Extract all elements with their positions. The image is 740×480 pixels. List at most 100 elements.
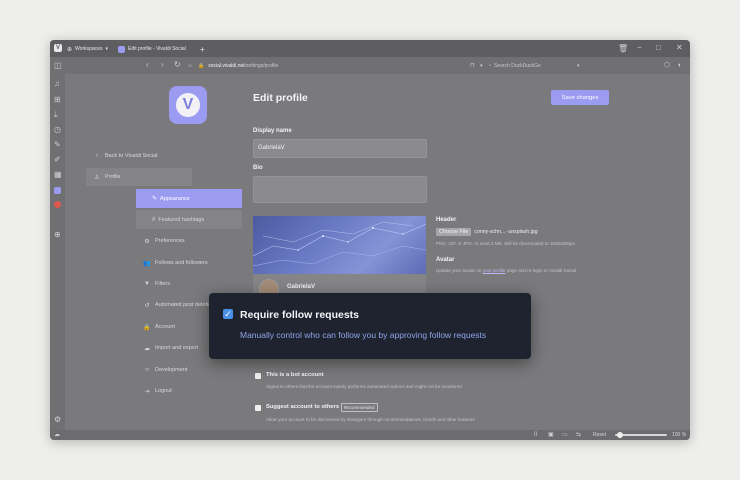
new-tab-button[interactable]: + <box>200 44 205 54</box>
vivaldi-menu-icon[interactable]: V <box>54 44 62 52</box>
header-label: Header <box>436 217 457 223</box>
back-icon[interactable]: ‹ <box>146 61 149 69</box>
require-follow-requests-title: Require follow requests <box>240 309 360 321</box>
checkmark-icon: ✓ <box>224 309 232 319</box>
profile-icon[interactable]: ◐ <box>678 62 682 70</box>
url-field[interactable]: 🔒 social.vivaldi.net /settings/profile <box>198 60 480 71</box>
require-follow-requests-subtitle: Manually control who can follow you by a… <box>240 330 487 340</box>
notes-icon[interactable]: ✎ <box>54 141 61 149</box>
panel-toggle-icon[interactable]: ◫ <box>54 62 62 70</box>
home-icon[interactable]: ⌂ <box>188 62 192 70</box>
require-follow-requests-card: ✓ Require follow requests Manually contr… <box>209 293 531 359</box>
vivaldi-logo-icon: V <box>176 93 200 117</box>
minimize-icon[interactable]: − <box>637 44 642 52</box>
lock-icon: 🔒 <box>198 62 205 69</box>
nav-featured-hashtags[interactable]: # Featured hashtags <box>136 210 242 229</box>
calendar-icon[interactable]: ▦ <box>54 171 62 179</box>
save-changes-button[interactable]: Save changes <box>551 90 609 105</box>
suggest-account-checkbox[interactable] <box>255 405 261 411</box>
screenshot-icon[interactable]: ⌷ <box>534 431 538 439</box>
close-icon[interactable]: ✕ <box>676 44 683 52</box>
image-toggle-icon[interactable]: ▣ <box>548 431 554 439</box>
page-title: Edit profile <box>253 92 308 104</box>
users-icon: 👥 <box>143 260 151 267</box>
header-hint: PNG, GIF or JPG. At most 2 MB. Will be d… <box>436 241 575 246</box>
header-preview <box>253 216 426 274</box>
zoom-slider-handle[interactable] <box>617 432 623 438</box>
bot-account-label: This is a bot account <box>266 372 324 378</box>
search-chevron-icon[interactable]: ▾ <box>577 62 580 70</box>
duckduckgo-icon: ◔ <box>488 62 492 69</box>
zoom-reset-button[interactable]: Reset <box>593 432 606 438</box>
title-bar: V ⊕ Workspaces ▾ Edit profile - Vivaldi … <box>50 40 690 57</box>
site-logo[interactable]: V <box>169 86 207 124</box>
bot-account-checkbox[interactable] <box>255 373 261 379</box>
nav-follows[interactable]: 👥 Follows and followers <box>136 254 242 272</box>
history-delete-icon: ↺ <box>144 302 150 309</box>
nav-filters[interactable]: ▼ Filters <box>136 275 242 293</box>
workspaces-icon: ⊕ <box>67 46 73 53</box>
nav-appearance[interactable]: ✎ Appearance <box>136 189 242 208</box>
filter-icon: ▼ <box>144 281 150 287</box>
preview-profile-strip: GabrielaV <box>253 274 426 299</box>
chevron-left-icon: ‹ <box>96 153 98 159</box>
hashtag-icon: # <box>152 216 156 223</box>
status-bar: ☁ ⌷ ▣ ▭ ⇆ Reset 100 % <box>50 430 690 440</box>
bookmark-icon[interactable]: ⊓ <box>470 62 475 70</box>
bell-icon[interactable]: ♫ <box>54 80 60 88</box>
bot-account-hint: Signal to others that the account mainly… <box>266 384 462 389</box>
bio-textarea[interactable] <box>253 176 427 203</box>
url-host: social.vivaldi.net <box>208 62 245 69</box>
workspaces-button[interactable]: ⊕ Workspaces ▾ <box>67 44 108 54</box>
your-profile-link[interactable]: your profile <box>483 268 506 273</box>
mastodon-favicon-icon <box>118 45 125 53</box>
cloud-icon[interactable]: ☁ <box>54 431 60 439</box>
cog-icon: ⚙ <box>144 238 150 245</box>
zoom-slider[interactable] <box>615 432 667 438</box>
cloud-upload-icon: ☁ <box>144 345 150 352</box>
add-panel-icon[interactable]: ⊕ <box>54 231 61 239</box>
dropdown-icon[interactable]: ▾ <box>480 62 483 70</box>
require-follow-requests-checkbox[interactable]: ✓ <box>223 309 233 319</box>
display-name-input[interactable]: GabrielaV <box>253 139 427 158</box>
nav-preferences[interactable]: ⚙ Preferences <box>136 232 242 250</box>
nav-back[interactable]: ‹ Back to Vivaldi Social <box>86 147 192 165</box>
bookmarks-panel-icon[interactable]: ⊞ <box>54 96 61 104</box>
code-icon: ‹› <box>145 367 149 373</box>
lock-account-icon: 🔒 <box>143 324 151 331</box>
address-bar-row: ◫ ‹ › ↻ ⌂ 🔒 social.vivaldi.net /settings… <box>50 57 690 74</box>
suggest-account-hint: Allow your account to be discovered by s… <box>266 417 475 422</box>
file-name: conny-schn... -unsplash.jpg <box>474 229 538 235</box>
suggest-account-label: Suggest account to others <box>266 404 340 410</box>
zoom-value: 100 % <box>672 432 687 438</box>
mastodon-panel-icon[interactable] <box>54 187 61 194</box>
preview-display-name: GabrielaV <box>287 284 316 290</box>
choose-file-button[interactable]: Choose File <box>436 228 472 236</box>
nav-profile[interactable]: ♙ Profile <box>86 168 192 186</box>
trash-icon[interactable]: 🗑 <box>618 45 628 53</box>
recommended-badge: Recommended <box>341 403 378 412</box>
downloads-icon[interactable]: ⤓ <box>54 111 58 119</box>
page-actions-icon[interactable]: ⇆ <box>576 431 581 439</box>
vivaldi-panel-icon[interactable] <box>54 201 61 208</box>
history-icon[interactable]: ◷ <box>54 126 61 134</box>
tiling-icon[interactable]: ▭ <box>562 431 568 439</box>
logout-icon: ⇥ <box>144 388 150 395</box>
workspaces-label: Workspaces <box>75 46 103 52</box>
nav-logout[interactable]: ⇥ Logout <box>136 382 242 400</box>
pencil-icon: ✎ <box>152 196 158 202</box>
tab-edit-profile[interactable]: Edit profile - Vivaldi Social <box>118 44 186 54</box>
person-icon: ♙ <box>94 174 100 181</box>
reading-list-icon[interactable]: ✐ <box>54 156 61 164</box>
avatar-label: Avatar <box>436 257 455 263</box>
avatar-hint: Update your avatar on your profile page … <box>436 268 577 273</box>
nav-development[interactable]: ‹› Development <box>136 361 242 379</box>
maximize-icon[interactable]: □ <box>656 44 661 52</box>
forward-icon[interactable]: › <box>161 61 164 69</box>
extensions-icon[interactable]: ⬡ <box>664 62 670 70</box>
search-field[interactable]: ◔ Search DuckDuckGo <box>488 60 584 71</box>
url-path: /settings/profile <box>244 62 279 69</box>
settings-gear-icon[interactable]: ⚙ <box>54 416 61 424</box>
reload-icon[interactable]: ↻ <box>174 61 181 69</box>
chevron-down-icon: ▾ <box>105 46 108 52</box>
